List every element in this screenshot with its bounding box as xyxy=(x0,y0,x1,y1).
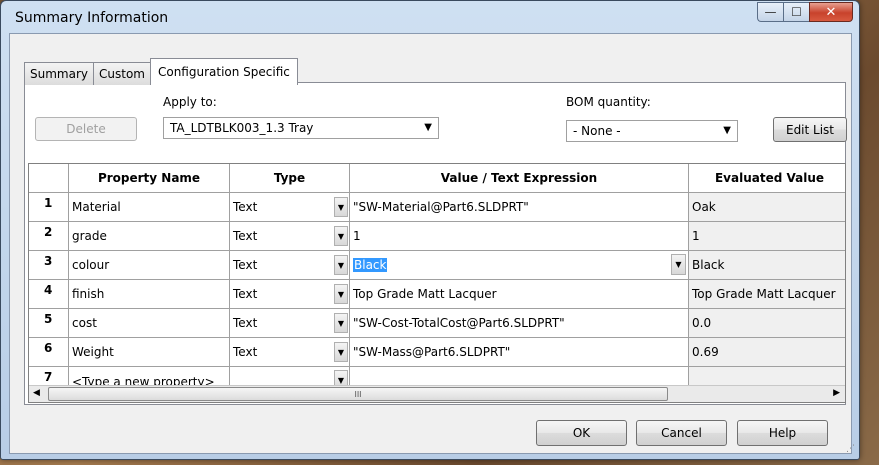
column-header-evaluated-value[interactable]: Evaluated Value xyxy=(689,164,845,193)
tab-configuration-specific[interactable]: Configuration Specific xyxy=(149,58,298,85)
table-row[interactable]: 4 finish Text ▼ Top Grade Matt Lacquer T… xyxy=(29,280,845,309)
close-button[interactable]: ✕ xyxy=(809,2,853,22)
value-cell-editing[interactable]: Black ▼ xyxy=(350,251,689,280)
scroll-left-icon[interactable]: ◀ xyxy=(33,388,40,398)
chevron-down-icon: ▼ xyxy=(424,122,432,133)
minimize-icon: — xyxy=(764,5,777,19)
edit-list-button[interactable]: Edit List xyxy=(773,117,847,142)
type-cell[interactable]: Text ▼ xyxy=(230,222,350,251)
column-header-number xyxy=(29,164,69,193)
maximize-icon: ☐ xyxy=(791,5,802,19)
evaluated-value-cell: 0.0 xyxy=(689,309,845,338)
tab-strip-container: Summary Custom Configuration Specific xyxy=(24,58,298,85)
evaluated-value-cell: Top Grade Matt Lacquer xyxy=(689,280,845,309)
type-cell[interactable]: Text ▼ xyxy=(230,309,350,338)
close-icon: ✕ xyxy=(825,4,837,20)
property-grid: Property Name Type Value / Text Expressi… xyxy=(28,163,846,403)
type-dropdown-icon[interactable]: ▼ xyxy=(334,284,348,304)
property-name-cell[interactable]: colour xyxy=(69,251,230,280)
bom-quantity-label: BOM quantity: xyxy=(566,95,651,109)
column-header-type[interactable]: Type xyxy=(230,164,350,193)
delete-button[interactable]: Delete xyxy=(35,117,137,141)
type-cell[interactable]: Text ▼ xyxy=(230,193,350,222)
type-dropdown-icon[interactable]: ▼ xyxy=(334,342,348,362)
grid-header-row: Property Name Type Value / Text Expressi… xyxy=(29,164,845,193)
value-cell[interactable]: Top Grade Matt Lacquer xyxy=(350,280,689,309)
title-bar[interactable]: Summary Information — ☐ ✕ xyxy=(1,1,859,33)
evaluated-value-cell: 0.69 xyxy=(689,338,845,367)
chevron-down-icon: ▼ xyxy=(723,125,731,136)
column-header-property-name[interactable]: Property Name xyxy=(69,164,230,193)
row-number[interactable]: 6 xyxy=(29,338,69,367)
table-row[interactable]: 1 Material Text ▼ "SW-Material@Part6.SLD… xyxy=(29,193,845,222)
scroll-right-icon[interactable]: ▶ xyxy=(833,388,840,398)
row-number[interactable]: 5 xyxy=(29,309,69,338)
evaluated-value-cell: 1 xyxy=(689,222,845,251)
minimize-button[interactable]: — xyxy=(757,2,783,22)
maximize-button[interactable]: ☐ xyxy=(783,2,809,22)
scroll-grip-icon: III xyxy=(354,389,362,399)
type-dropdown-icon[interactable]: ▼ xyxy=(334,313,348,333)
property-name-cell[interactable]: finish xyxy=(69,280,230,309)
table-row[interactable]: 2 grade Text ▼ 1 1 xyxy=(29,222,845,251)
apply-to-label: Apply to: xyxy=(163,95,217,109)
selected-value-text[interactable]: Black xyxy=(353,258,388,272)
window-title: Summary Information xyxy=(15,10,169,26)
ok-button[interactable]: OK xyxy=(536,420,627,446)
cancel-button[interactable]: Cancel xyxy=(636,420,727,446)
type-cell[interactable]: Text ▼ xyxy=(230,280,350,309)
property-name-cell[interactable]: Material xyxy=(69,193,230,222)
type-cell[interactable]: Text ▼ xyxy=(230,338,350,367)
bom-quantity-dropdown[interactable]: - None - ▼ xyxy=(566,120,738,142)
bom-quantity-value: - None - xyxy=(573,124,621,138)
tab-panel-configuration-specific: Delete Apply to: TA_LDTBLK003_1.3 Tray ▼… xyxy=(24,82,847,405)
evaluated-value-cell: Oak xyxy=(689,193,845,222)
row-number[interactable]: 4 xyxy=(29,280,69,309)
evaluated-value-cell: Black xyxy=(689,251,845,280)
value-dropdown-icon[interactable]: ▼ xyxy=(671,254,686,275)
row-number[interactable]: 2 xyxy=(29,222,69,251)
type-cell[interactable]: Text ▼ xyxy=(230,251,350,280)
help-button[interactable]: Help xyxy=(737,420,828,446)
property-name-cell[interactable]: Weight xyxy=(69,338,230,367)
tab-summary[interactable]: Summary xyxy=(24,62,94,85)
table-row[interactable]: 5 cost Text ▼ "SW-Cost-TotalCost@Part6.S… xyxy=(29,309,845,338)
apply-to-value: TA_LDTBLK003_1.3 Tray xyxy=(170,121,314,135)
tab-custom[interactable]: Custom xyxy=(93,62,151,85)
type-dropdown-icon[interactable]: ▼ xyxy=(334,197,348,217)
table-row-selected[interactable]: 3 colour Text ▼ Black ▼ Black xyxy=(29,251,845,280)
property-name-cell[interactable]: cost xyxy=(69,309,230,338)
value-cell[interactable]: "SW-Material@Part6.SLDPRT" xyxy=(350,193,689,222)
row-number[interactable]: 3 xyxy=(29,251,69,280)
property-name-cell[interactable]: grade xyxy=(69,222,230,251)
type-dropdown-icon[interactable]: ▼ xyxy=(334,226,348,246)
value-cell[interactable]: "SW-Mass@Part6.SLDPRT" xyxy=(350,338,689,367)
value-cell[interactable]: 1 xyxy=(350,222,689,251)
horizontal-scrollbar[interactable]: ◀ III ▶ xyxy=(29,385,845,402)
scroll-thumb[interactable]: III xyxy=(48,387,668,401)
window-controls: — ☐ ✕ xyxy=(757,2,853,22)
column-header-value[interactable]: Value / Text Expression xyxy=(350,164,689,193)
resize-grip-icon[interactable]: ⋰ xyxy=(846,444,877,463)
type-dropdown-icon[interactable]: ▼ xyxy=(334,255,348,275)
row-number[interactable]: 1 xyxy=(29,193,69,222)
table-row[interactable]: 6 Weight Text ▼ "SW-Mass@Part6.SLDPRT" 0… xyxy=(29,338,845,367)
apply-to-dropdown[interactable]: TA_LDTBLK003_1.3 Tray ▼ xyxy=(163,117,439,139)
value-cell[interactable]: "SW-Cost-TotalCost@Part6.SLDPRT" xyxy=(350,309,689,338)
